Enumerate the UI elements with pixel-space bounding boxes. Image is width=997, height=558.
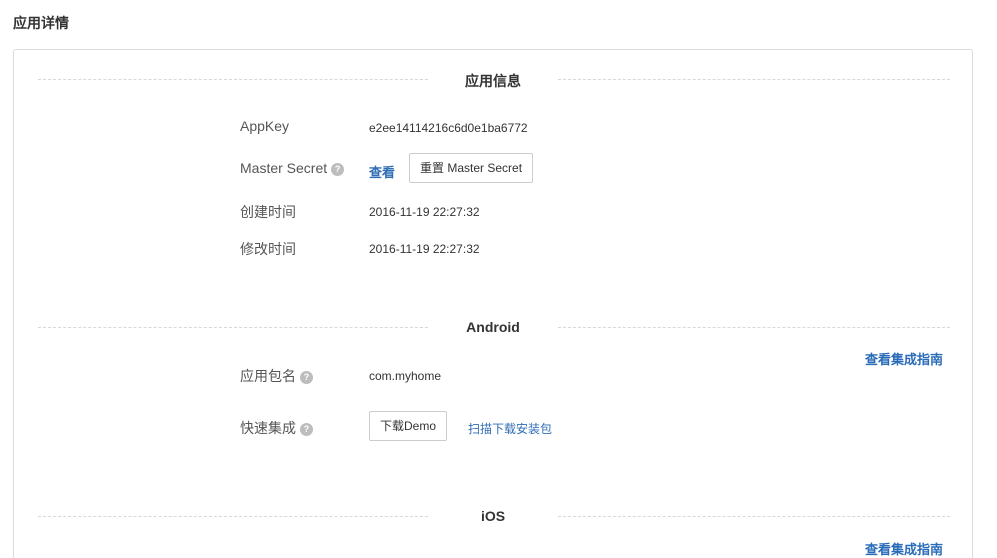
divider	[38, 516, 428, 517]
divider	[38, 327, 428, 328]
android-integration-guide-link[interactable]: 查看集成指南	[865, 349, 943, 368]
master-secret-label: Master Secret?	[240, 160, 345, 176]
modified-time-label: 修改时间	[240, 241, 296, 257]
divider	[558, 79, 950, 80]
help-icon[interactable]: ?	[331, 163, 345, 176]
modified-time-value: 2016-11-19 22:27:32	[369, 242, 480, 256]
divider	[558, 516, 950, 517]
section-header-app-info: 应用信息	[38, 70, 950, 90]
help-icon[interactable]: ?	[300, 423, 313, 436]
section-header-ios: iOS	[38, 507, 950, 527]
section-title-app-info: 应用信息	[465, 73, 521, 89]
package-name-label-text: 应用包名	[240, 368, 296, 384]
page-title: 应用详情	[13, 15, 69, 31]
section-title-android: Android	[466, 319, 520, 335]
download-demo-button[interactable]: 下载Demo	[369, 411, 448, 441]
section-title-ios: iOS	[480, 508, 506, 524]
master-secret-label-text: Master Secret	[240, 160, 328, 176]
view-secret-link[interactable]: 查看	[369, 162, 395, 181]
created-time-label: 创建时间	[240, 204, 296, 220]
reset-master-secret-button[interactable]: 重置 Master Secret	[409, 153, 534, 183]
scan-download-link[interactable]: 扫描下载安装包	[468, 420, 552, 437]
created-time-value: 2016-11-19 22:27:32	[369, 205, 480, 219]
package-name-label: 应用包名?	[240, 366, 313, 386]
section-header-android: Android	[38, 318, 950, 338]
divider	[38, 79, 428, 80]
app-detail-panel: 应用信息 AppKey e2ee14114216c6d0e1ba6772 Mas…	[13, 49, 973, 558]
ios-integration-guide-link[interactable]: 查看集成指南	[865, 539, 943, 558]
help-icon[interactable]: ?	[300, 371, 313, 384]
quick-integration-label-text: 快速集成	[240, 420, 296, 436]
divider	[558, 327, 950, 328]
appkey-label: AppKey	[240, 118, 290, 134]
quick-integration-label: 快速集成?	[240, 418, 313, 438]
package-name-value: com.myhome	[369, 369, 442, 383]
appkey-value: e2ee14114216c6d0e1ba6772	[369, 121, 528, 135]
